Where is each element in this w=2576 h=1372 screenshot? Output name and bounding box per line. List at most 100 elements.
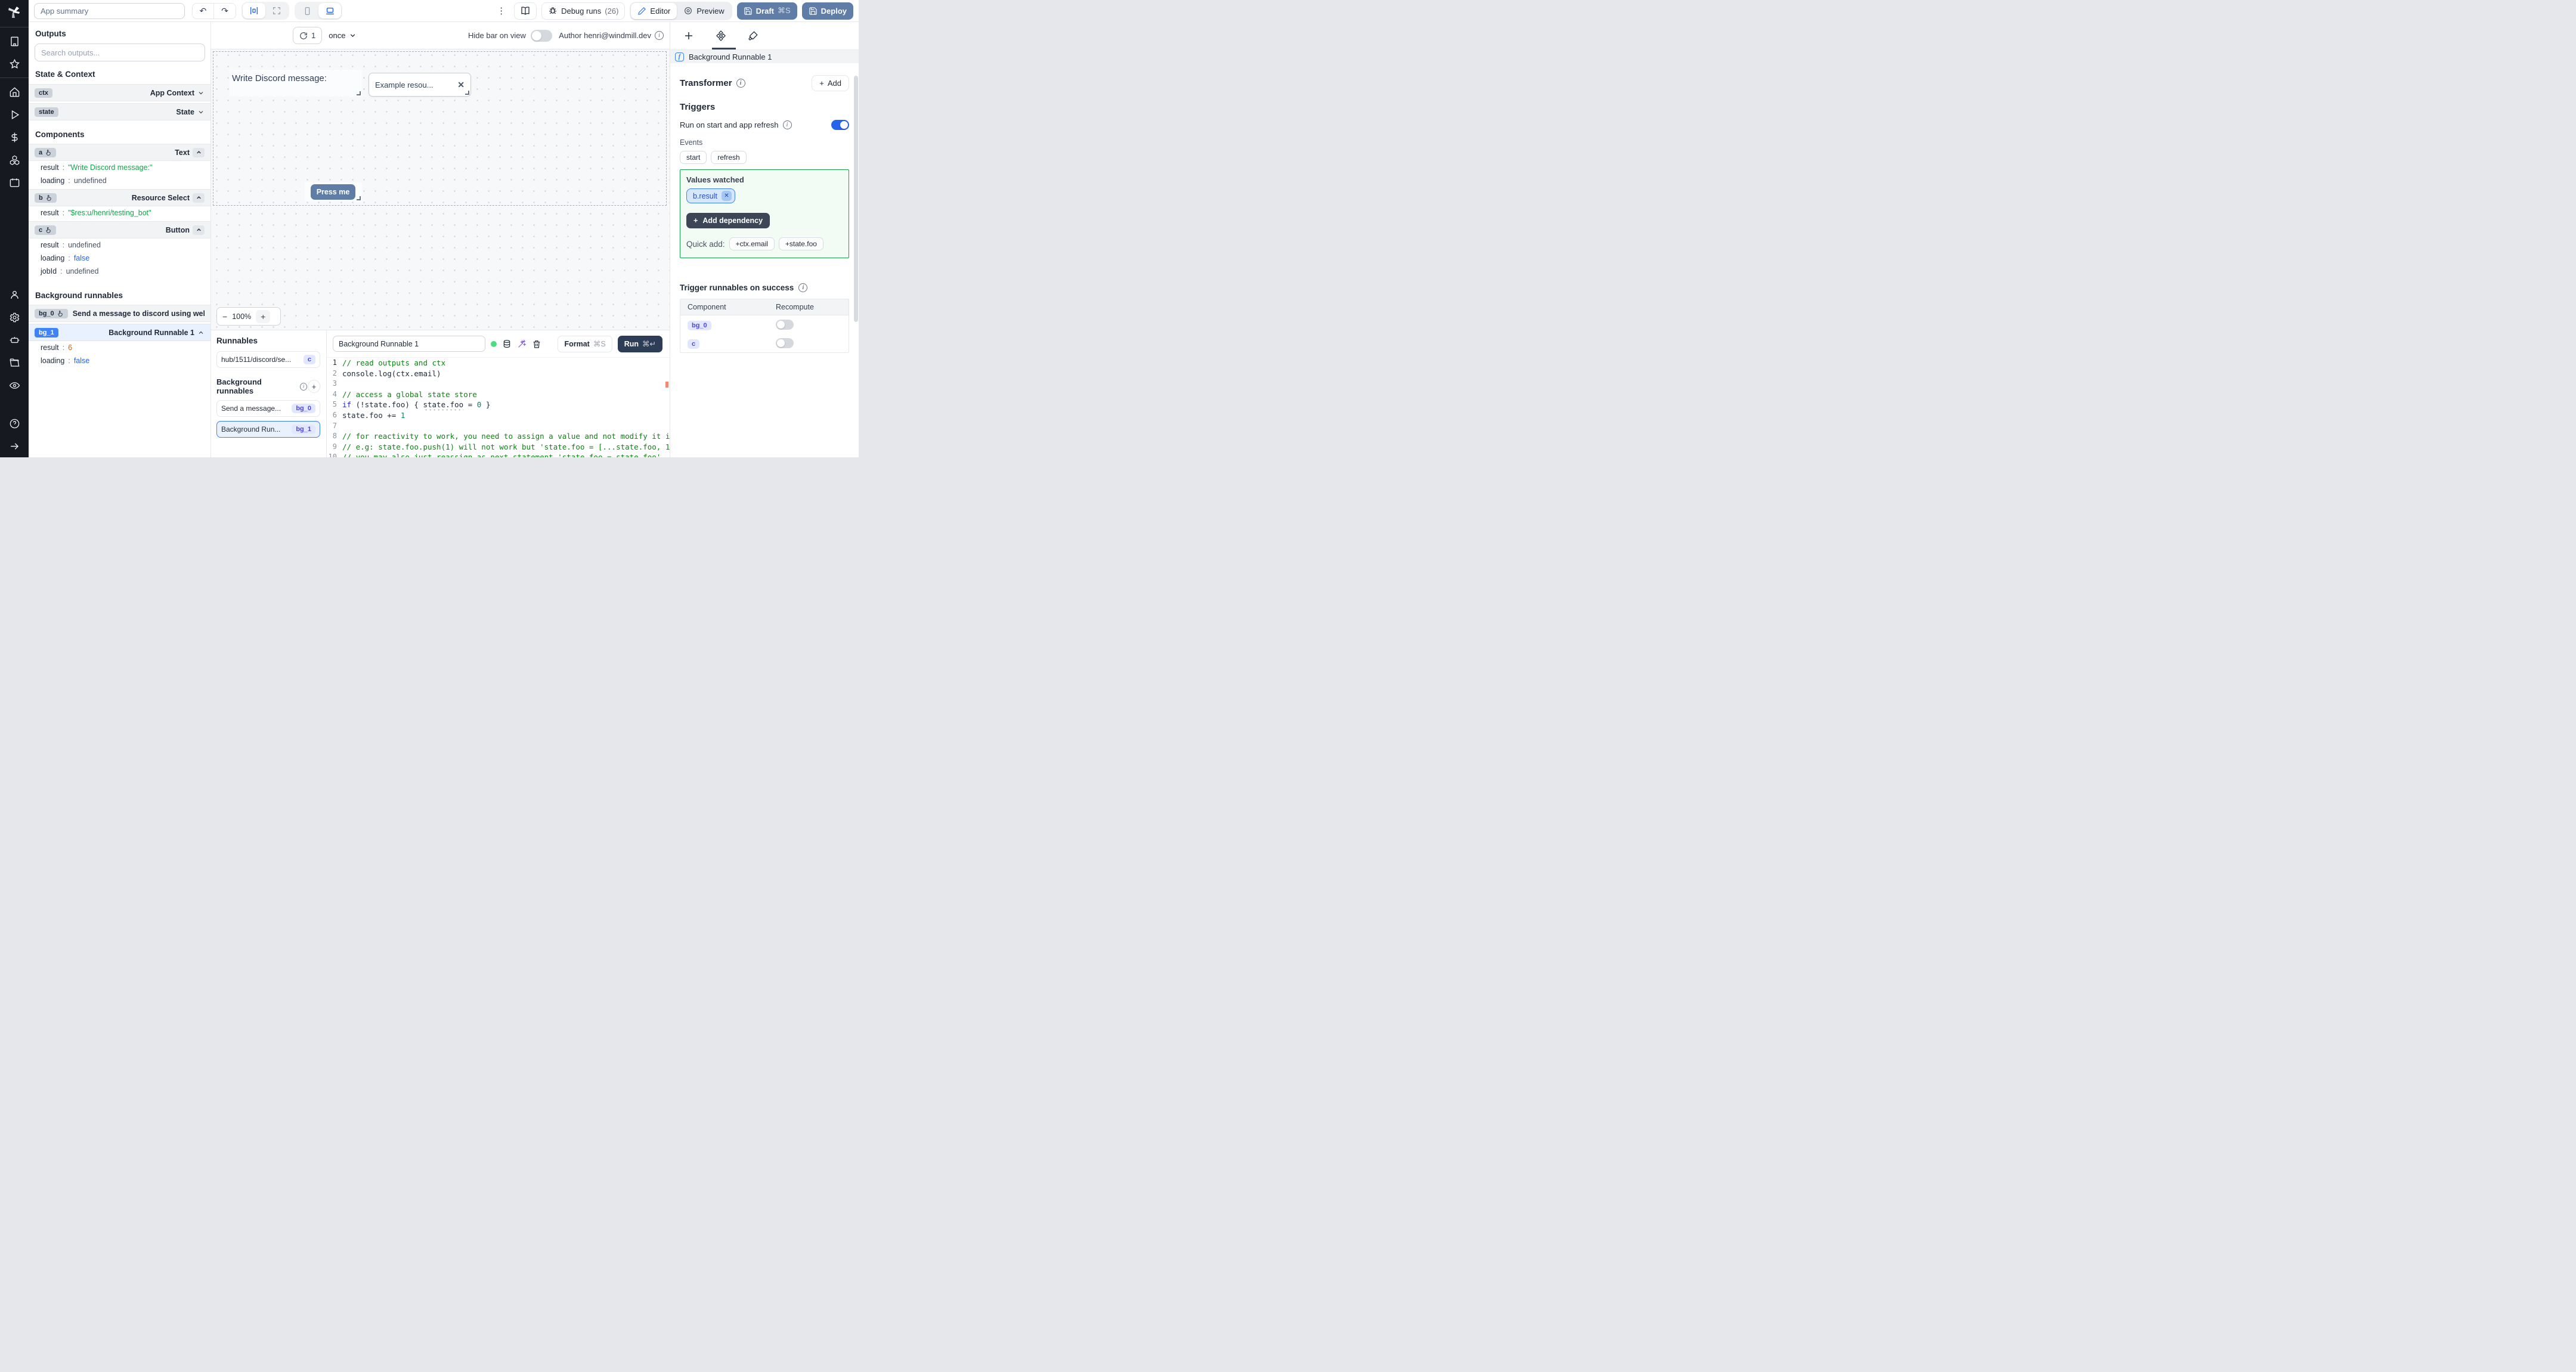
ai-wand-icon[interactable] [517, 339, 527, 349]
more-menu-button[interactable]: ⋮ [493, 5, 509, 16]
docs-book-button[interactable] [514, 2, 537, 20]
runnable-name-input[interactable] [333, 336, 485, 352]
code-line[interactable]: 10// you may also just reassign as next … [327, 452, 670, 457]
audit-eye-icon[interactable] [0, 374, 29, 397]
component-row-a[interactable]: a Text [29, 144, 210, 161]
quick-add-state-foo[interactable]: +state.foo [778, 237, 823, 250]
bg1-row[interactable]: bg_1 Background Runnable 1 [29, 324, 210, 341]
variables-icon[interactable] [0, 126, 29, 148]
editor-preview-toggle: Editor Preview [630, 1, 732, 20]
output-key: loading [41, 254, 65, 262]
run-on-start-toggle[interactable] [831, 120, 849, 130]
component-row-b[interactable]: b Resource Select [29, 189, 210, 206]
user-icon[interactable] [0, 283, 29, 306]
insert-component-tab-icon[interactable] [683, 30, 694, 41]
info-icon[interactable]: i [798, 283, 808, 292]
resources-icon[interactable] [0, 148, 29, 171]
resize-handle[interactable] [465, 91, 469, 95]
runnable-item-bg1-selected[interactable]: Background Run... bg_1 [216, 421, 320, 438]
runs-icon[interactable] [0, 103, 29, 126]
center-layout-button[interactable] [243, 3, 265, 18]
zoom-level: 100% [232, 312, 252, 321]
output-row-ctx[interactable]: ctx App Context [29, 84, 210, 101]
code-area[interactable]: 1// read outputs and ctx 2 console.log(ctx… [327, 357, 670, 457]
settings-gear-icon[interactable] [0, 306, 29, 329]
text-component[interactable]: Write Discord message: [230, 70, 362, 97]
add-runnable-button[interactable]: + [308, 380, 320, 393]
draft-button[interactable]: Draft ⌘S [736, 2, 797, 20]
info-icon[interactable]: i [655, 31, 664, 40]
code-line[interactable]: 5 if (!state.foo) { state.foo = 0 } [327, 399, 670, 410]
status-dot [491, 340, 497, 347]
collapse-chevron-icon[interactable] [193, 225, 205, 235]
preview-tab[interactable]: Preview [677, 3, 730, 19]
styling-brush-tab-icon[interactable] [748, 30, 758, 41]
bg0-row[interactable]: bg_0 Send a message to discord using web… [29, 305, 210, 322]
column-component: Component [688, 303, 726, 311]
watched-dependency-chip[interactable]: b.result ✕ [686, 188, 735, 203]
folders-icon[interactable] [0, 351, 29, 374]
press-me-button[interactable]: Press me [311, 184, 355, 200]
code-line[interactable]: 7 [327, 421, 670, 432]
ai-robot-icon[interactable] [0, 329, 29, 351]
code-line[interactable]: 2 console.log(ctx.email) [327, 368, 670, 379]
resize-handle[interactable] [357, 196, 361, 200]
debug-runs-button[interactable]: Debug runs (26) [541, 2, 626, 20]
zoom-out-button[interactable]: − [222, 312, 227, 321]
runnable-item-bg0[interactable]: Send a message... bg_0 [216, 400, 320, 417]
scrollbar-thumb[interactable] [854, 76, 858, 322]
home-icon[interactable] [0, 80, 29, 103]
code-line[interactable]: 9// e.g: state.foo.push(1) will not work… [327, 442, 670, 453]
code-line[interactable]: 4// access a global state store [327, 389, 670, 400]
code-line[interactable]: 6 state.foo += 1 [327, 410, 670, 421]
redo-button[interactable]: ↷ [214, 3, 236, 18]
info-icon[interactable]: i [299, 382, 308, 391]
refresh-count-button[interactable]: 1 [293, 27, 323, 44]
collapse-chevron-icon[interactable] [193, 193, 205, 203]
ctx-badge: ctx [35, 88, 52, 98]
windmill-logo-icon[interactable] [7, 5, 21, 21]
bug-icon [549, 7, 557, 14]
info-icon[interactable]: i [736, 79, 745, 88]
cache-db-icon[interactable] [502, 339, 512, 349]
info-icon[interactable]: i [782, 120, 792, 129]
component-settings-tab-icon[interactable] [716, 30, 726, 41]
code-line[interactable]: 3 [327, 379, 670, 389]
collapse-chevron-icon[interactable] [193, 147, 205, 157]
remove-dependency-icon[interactable]: ✕ [722, 191, 732, 201]
favorites-star-icon[interactable] [0, 52, 29, 75]
desktop-view-button[interactable] [318, 3, 341, 18]
zoom-in-button[interactable]: + [256, 309, 271, 323]
button-component[interactable]: Press me [305, 182, 362, 202]
add-dependency-button[interactable]: + Add dependency [686, 213, 770, 228]
editor-tab[interactable]: Editor [631, 2, 677, 19]
resource-select-component[interactable]: Example resou... ✕ [369, 73, 471, 97]
quick-add-ctx-email[interactable]: +ctx.email [729, 237, 775, 250]
app-summary-input[interactable] [34, 2, 185, 19]
deploy-button[interactable]: Deploy [801, 2, 853, 20]
run-button[interactable]: Run ⌘↵ [617, 335, 662, 352]
mobile-view-button[interactable] [296, 3, 318, 18]
recompute-toggle-bg0[interactable] [776, 320, 794, 330]
code-line[interactable]: 1// read outputs and ctx [327, 358, 670, 368]
recompute-toggle-c[interactable] [776, 338, 794, 348]
resize-handle[interactable] [357, 91, 361, 95]
fullscreen-button[interactable] [265, 3, 288, 18]
help-icon[interactable] [0, 412, 29, 435]
search-outputs-input[interactable] [35, 44, 205, 61]
schedules-icon[interactable] [0, 171, 29, 194]
output-row-state[interactable]: state State [29, 103, 210, 120]
component-row-c[interactable]: c Button [29, 221, 210, 239]
undo-button[interactable]: ↶ [193, 3, 214, 18]
delete-trash-icon[interactable] [532, 339, 541, 349]
schedule-dropdown[interactable]: once [329, 31, 357, 40]
add-transformer-button[interactable]: + Add [812, 75, 849, 91]
clear-select-icon[interactable]: ✕ [457, 80, 465, 90]
hide-bar-toggle[interactable] [530, 29, 552, 42]
collapse-arrow-icon[interactable] [0, 435, 29, 457]
app-canvas[interactable]: Write Discord message: Example resou... … [211, 49, 670, 330]
code-line[interactable]: 8// for reactivity to work, you need to … [327, 431, 670, 442]
runnable-item-hub[interactable]: hub/1511/discord/se... c [216, 351, 320, 368]
workspace-icon[interactable] [0, 30, 29, 52]
format-button[interactable]: Format ⌘S [558, 335, 612, 352]
